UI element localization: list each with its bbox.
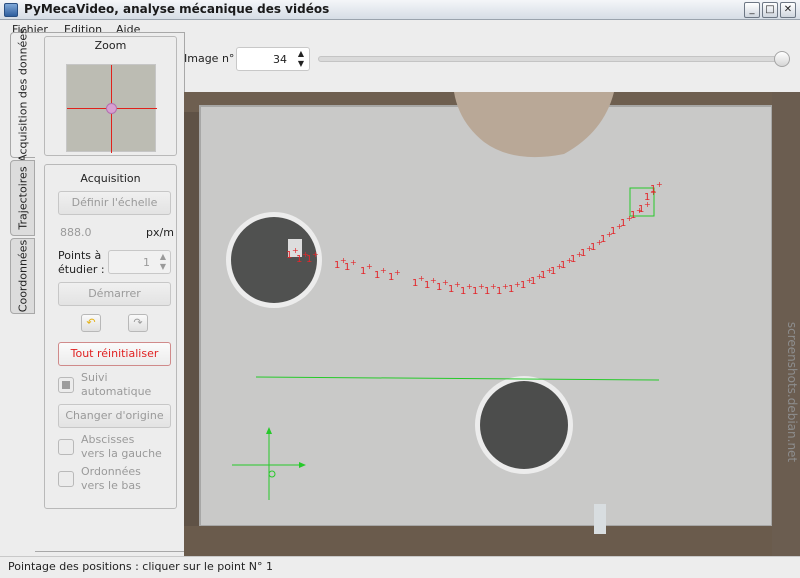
air-table <box>200 106 772 526</box>
tab-coordonnees-label: Coordonnées <box>16 239 29 313</box>
tab-trajectoires[interactable]: Trajectoires <box>10 160 35 236</box>
trajectory-point-cross: + <box>380 266 387 275</box>
abscissa-left-checkbox[interactable] <box>58 439 74 455</box>
trajectory-point-cross: + <box>350 258 357 267</box>
video-frame[interactable]: 1 +1 +1 +1 +1 +1 +1 +1 +1 +1 +1 +1 +1 +1 +1 +1 +1 +1 +1 +1 +… <box>184 92 800 556</box>
zoom-view <box>66 64 157 153</box>
ordinate-label-line1: Ordonnées <box>81 465 141 478</box>
auto-follow-checkbox[interactable] <box>58 377 74 393</box>
tab-acquisition-label: Acquisition des données <box>16 28 30 162</box>
tab-coordonnees[interactable]: Coordonnées <box>10 238 35 314</box>
acquisition-title: Acquisition <box>80 172 141 185</box>
video-canvas: 1 +1 +1 +1 +1 +1 +1 +1 +1 +1 +1 +1 +1 +1 +1 +1 +1 +1 +1 +1 +… <box>184 92 800 556</box>
title-bar: PyMecaVideo, analyse mécanique des vidéo… <box>0 0 800 20</box>
change-origin-button[interactable]: Changer d'origine <box>58 404 171 428</box>
spin-down-icon[interactable]: ▼ <box>160 262 166 271</box>
undo-arrow-icon: ↶ <box>86 316 96 329</box>
app-icon <box>4 3 18 17</box>
points-label-line1: Points à <box>58 249 102 262</box>
auto-follow-label-line1: Suivi <box>81 371 108 384</box>
image-number-spinbox[interactable]: 34 ▲ ▼ <box>236 47 310 71</box>
points-label-line2: étudier : <box>58 263 105 276</box>
acquisition-group: Acquisition Définir l'échelle 888.0 px/m… <box>44 164 177 509</box>
spin-down-icon[interactable]: ▼ <box>298 59 304 68</box>
undo-button[interactable]: ↶ <box>81 314 101 332</box>
tab-acquisition[interactable]: Acquisition des données <box>10 28 35 162</box>
spin-up-icon[interactable]: ▲ <box>298 49 304 58</box>
auto-follow-label-line2: automatique <box>81 385 152 398</box>
abscissa-label-line1: Abscisses <box>81 433 135 446</box>
zoom-group: Zoom <box>44 36 177 156</box>
ordinate-down-checkbox[interactable] <box>58 471 74 487</box>
reset-all-button[interactable]: Tout réinitialiser <box>58 342 171 366</box>
image-number-value: 34 <box>273 53 287 66</box>
trajectory-point-cross: + <box>656 180 663 189</box>
define-scale-button[interactable]: Définir l'échelle <box>58 191 171 215</box>
status-text: Pointage des positions : cliquer sur le … <box>8 560 273 573</box>
redo-button[interactable]: ↷ <box>128 314 148 332</box>
spin-up-icon[interactable]: ▲ <box>160 252 166 261</box>
redo-arrow-icon: ↷ <box>133 316 143 329</box>
image-slider-handle[interactable] <box>774 51 790 67</box>
scale-value: 888.0 <box>60 226 92 239</box>
trajectory-point-cross: + <box>366 262 373 271</box>
status-bar: Pointage des positions : cliquer sur le … <box>0 556 800 578</box>
start-button[interactable]: Démarrer <box>58 282 171 306</box>
acquisition-panel: Zoom Acquisition Définir l'échelle 888.0… <box>35 32 185 552</box>
zoom-title: Zoom <box>94 39 127 52</box>
watermark: screenshots.debian.net <box>785 322 799 463</box>
image-number-label: Image n° <box>184 52 235 65</box>
image-slider[interactable] <box>318 56 786 62</box>
abscissa-label-line2: vers la gauche <box>81 447 162 460</box>
zoom-center-marker <box>106 103 117 114</box>
trajectory-point-cross: + <box>394 268 401 277</box>
ordinate-label-line2: vers le bas <box>81 479 141 492</box>
scale-unit: px/m <box>146 226 174 239</box>
maximize-button[interactable]: □ <box>762 2 778 18</box>
points-spinbox[interactable]: 1 ▲ ▼ <box>108 250 171 274</box>
close-button[interactable]: ✕ <box>780 2 796 18</box>
window-title: PyMecaVideo, analyse mécanique des vidéo… <box>24 2 330 16</box>
trajectory-point-cross: + <box>312 250 319 259</box>
minimize-button[interactable]: _ <box>744 2 760 18</box>
points-spinbox-value: 1 <box>143 256 150 269</box>
tab-trajectoires-label: Trajectoires <box>16 166 29 230</box>
